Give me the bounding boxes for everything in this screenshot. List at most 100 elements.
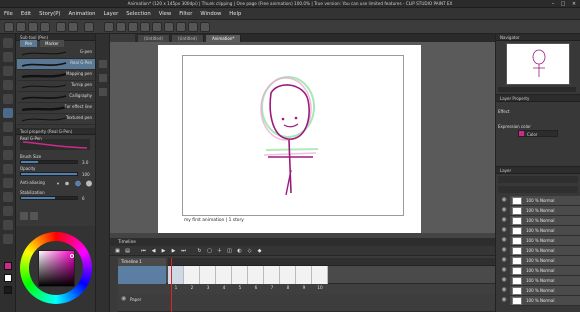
navigator-thumbnail[interactable] (506, 43, 570, 85)
layer-visibility-icon[interactable]: ◉ (500, 276, 508, 284)
timeline-cell[interactable] (216, 266, 232, 284)
menu-view[interactable]: View (155, 8, 176, 20)
transparent-color-swatch[interactable] (4, 286, 12, 294)
layer-visibility-icon[interactable]: ◉ (500, 236, 508, 244)
brush-tool-icon[interactable] (3, 136, 13, 146)
timeline-cell[interactable] (264, 266, 280, 284)
timeline-playhead[interactable] (171, 258, 172, 312)
new-animation-folder-icon[interactable]: ▢ (206, 248, 213, 254)
subtab-pen[interactable]: Pen (20, 40, 38, 47)
layer-visibility-icon[interactable]: ◉ (500, 196, 508, 204)
perspective-icon[interactable] (152, 22, 162, 32)
layer-visibility-icon[interactable]: ◉ (500, 266, 508, 274)
timeline-cell[interactable] (200, 266, 216, 284)
pixel-icon[interactable] (188, 22, 198, 32)
timeline-cell[interactable] (184, 266, 200, 284)
opacity-slider[interactable] (20, 172, 78, 176)
stabilization-slider[interactable] (20, 196, 78, 200)
subtab-marker[interactable]: Marker (40, 40, 64, 47)
expression-color-select[interactable]: Color (518, 130, 558, 137)
operation-tool-icon[interactable] (3, 66, 13, 76)
layer-visibility-icon[interactable]: ◉ (500, 286, 508, 294)
menu-edit[interactable]: Edit (17, 8, 35, 20)
move-tool-icon[interactable] (3, 52, 13, 62)
timeline-cell[interactable] (248, 266, 264, 284)
color-picker-cursor[interactable] (70, 254, 74, 258)
pencil-tool-icon[interactable] (3, 122, 13, 132)
timeline-cell[interactable] (232, 266, 248, 284)
eraser-tool-icon[interactable] (3, 164, 13, 174)
layer-row[interactable]: 100 % Normal (510, 266, 580, 276)
layer-row[interactable]: 100 % Normal (510, 286, 580, 296)
sub-color-swatch[interactable] (4, 274, 12, 282)
layer-visibility-icon[interactable]: ◉ (500, 296, 508, 304)
save-icon[interactable] (40, 22, 50, 32)
close-icon[interactable]: × (569, 0, 579, 8)
timeline-cell[interactable] (280, 266, 296, 284)
timeline-cell[interactable] (296, 266, 312, 284)
color-set-icon[interactable] (99, 60, 107, 68)
undo-icon[interactable] (56, 22, 66, 32)
keyframe-icon[interactable]: ◇ (246, 248, 253, 254)
onion-skin-toggle-icon[interactable]: ◐ (236, 248, 243, 254)
animation-folder-track[interactable] (118, 266, 166, 284)
brush-item[interactable]: Turnip pen (17, 81, 95, 92)
brush-item[interactable]: Mapping pen (17, 70, 95, 81)
keyframe-add-icon[interactable]: ◆ (256, 248, 263, 254)
guide-icon[interactable] (140, 22, 150, 32)
tool-settings-icon[interactable] (20, 212, 28, 220)
maximize-icon[interactable]: □ (558, 0, 568, 8)
onion-skin-icon[interactable] (164, 22, 174, 32)
menu-storyp[interactable]: Story(P) (35, 8, 64, 20)
prev-frame-icon[interactable]: ◀ (150, 248, 157, 254)
layer-row[interactable]: 100 % Normal (510, 216, 580, 226)
snap-icon[interactable] (104, 22, 114, 32)
selection-tool-icon[interactable] (3, 80, 13, 90)
eyedropper-tool-icon[interactable] (3, 94, 13, 104)
loop-icon[interactable]: ↻ (196, 248, 203, 254)
next-frame-icon[interactable]: ▶ (170, 248, 177, 254)
edit-timeline-icon[interactable]: ▤ (124, 248, 131, 254)
light-table-icon[interactable] (176, 22, 186, 32)
clear-icon[interactable] (84, 22, 94, 32)
layer-visibility-icon[interactable]: ◉ (500, 206, 508, 214)
navigator-zoom-slider[interactable] (498, 87, 576, 92)
tab-animation[interactable]: Animation* (206, 35, 242, 42)
grid-icon[interactable] (128, 22, 138, 32)
color-history-icon[interactable] (99, 74, 107, 82)
paper-eye-icon[interactable]: ◉ (121, 296, 127, 302)
stick-figure-drawing[interactable] (158, 45, 421, 233)
airbrush-tool-icon[interactable] (3, 150, 13, 160)
layer-row[interactable]: 100 % Normal (510, 256, 580, 266)
open-icon[interactable] (28, 22, 38, 32)
layer-blend-mode-bar[interactable] (498, 176, 578, 183)
redo-icon[interactable] (68, 22, 78, 32)
new-cel-icon[interactable]: ＋ (216, 248, 223, 254)
material-icon[interactable] (99, 88, 107, 96)
menu-layer[interactable]: Layer (99, 8, 122, 20)
timeline-ruler[interactable] (168, 258, 495, 266)
new-timeline-icon[interactable]: ▣ (114, 248, 121, 254)
reset-icon[interactable] (30, 212, 38, 220)
brush-item[interactable]: Real G-Pen (17, 59, 95, 70)
clip-studio-icon[interactable] (4, 22, 14, 32)
tab-untitled-1[interactable]: (Untitled) (138, 35, 170, 42)
menu-window[interactable]: Window (196, 8, 225, 20)
anti-aliasing-selector[interactable] (54, 180, 94, 187)
gradient-tool-icon[interactable] (3, 192, 13, 202)
menu-animation[interactable]: Animation (64, 8, 99, 20)
specify-cel-icon[interactable]: ◫ (226, 248, 233, 254)
text-tool-icon[interactable] (3, 220, 13, 230)
play-icon[interactable]: ▶ (160, 248, 167, 254)
pen-tool-icon[interactable] (3, 108, 13, 118)
layer-row[interactable]: 100 % Normal (510, 236, 580, 246)
menu-help[interactable]: Help (225, 8, 245, 20)
brush-item[interactable]: Textured pen (17, 114, 95, 125)
fill-tool-icon[interactable] (3, 178, 13, 188)
menu-filter[interactable]: Filter (175, 8, 196, 20)
brush-size-slider[interactable] (20, 160, 78, 164)
last-frame-icon[interactable]: ⏭ (180, 248, 187, 254)
minimize-icon[interactable]: – (548, 0, 558, 8)
brush-item[interactable]: Calligraphy (17, 92, 95, 103)
layer-visibility-icon[interactable]: ◉ (500, 246, 508, 254)
